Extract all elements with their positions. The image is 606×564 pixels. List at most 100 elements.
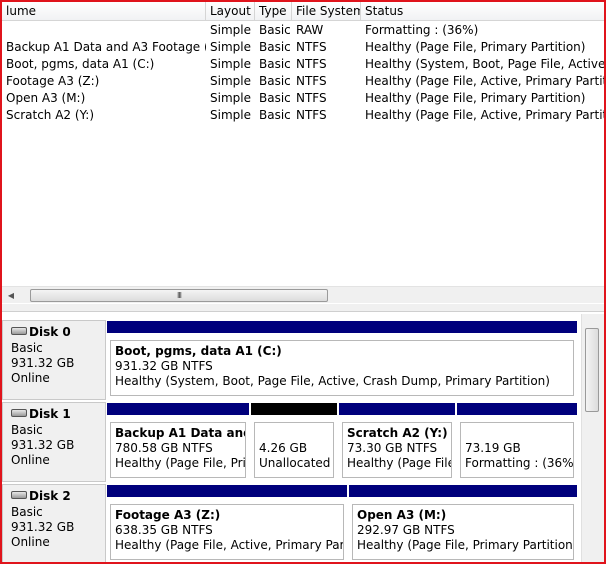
table-row[interactable]: Simple Basic RAW Formatting : (36%) [2, 22, 604, 39]
partition-status: Unallocated [259, 456, 331, 470]
partition-size: 4.26 GB [259, 441, 308, 455]
partition-status: Healthy (System, Boot, Page File, Active… [115, 374, 550, 388]
partition-info: 4.26 GB Unallocated [254, 422, 334, 478]
partition-status: Formatting : (36%) [465, 456, 574, 470]
disk-graphical-view: Disk 0 Basic 931.32 GB Online Boot, pgms, da… [2, 314, 604, 562]
cell-status: Healthy (Page File, Active, Primary Part… [365, 108, 604, 122]
table-row[interactable]: Boot, pgms, data A1 (C:) Simple Basic NTFS H… [2, 56, 604, 73]
disk-row: Disk 1 Basic 931.32 GB Online Backup A1 Data… [2, 402, 580, 482]
partition-size: 780.58 GB NTFS [115, 441, 213, 455]
cell-type: Basic [259, 57, 291, 71]
table-row[interactable]: Backup A1 Data and A3 Footage (N:) Simple… [2, 39, 604, 56]
unallocated-partition[interactable]: 4.26 GB Unallocated [250, 402, 338, 482]
scroll-grip: III [176, 291, 182, 300]
column-header-type[interactable]: Type [255, 2, 292, 21]
cell-status: Healthy (Page File, Primary Partition) [365, 40, 586, 54]
disk-name-text: Disk 2 [29, 489, 71, 503]
partition-block[interactable]: Footage A3 (Z:) 638.35 GB NTFS Healthy (Pa… [106, 484, 348, 562]
disk-name-text: Disk 1 [29, 407, 71, 421]
partition-name [465, 425, 573, 441]
partition-block[interactable]: Backup A1 Data and A3780.58 GB NTFSHealt… [106, 402, 250, 482]
disk-label[interactable]: Disk 0 Basic 931.32 GB Online [2, 320, 106, 400]
partition-info: Scratch A2 (Y:) 73.30 GB NTFS Healthy (Pag… [342, 422, 452, 478]
disk-label[interactable]: Disk 2 Basic 931.32 GB Online [2, 484, 106, 562]
scroll-thumb[interactable]: III [30, 289, 328, 302]
cell-fs: NTFS [296, 40, 327, 54]
partition-color-bar [106, 320, 578, 334]
partition-body: Boot, pgms, data A1 (C:) 931.32 GB NTFS He… [106, 334, 578, 400]
partition-block[interactable]: 73.19 GB Formatting : (36%) [456, 402, 578, 482]
vertical-scrollbar[interactable] [581, 314, 604, 562]
pane-splitter[interactable] [2, 304, 604, 312]
column-header-file-system[interactable]: File System [292, 2, 361, 21]
disk-name-text: Disk 0 [29, 325, 71, 339]
cell-type: Basic [259, 91, 291, 105]
cell-fs: NTFS [296, 108, 327, 122]
cell-volume: Backup A1 Data and A3 Footage (N:) [6, 40, 206, 54]
cell-type: Basic [259, 74, 291, 88]
disk-label[interactable]: Disk 1 Basic 931.32 GB Online [2, 402, 106, 482]
disk-state: Online [11, 535, 50, 549]
partition-size: 73.19 GB [465, 441, 521, 455]
disk-type: Basic [11, 341, 43, 355]
disk-name: Disk 2 [11, 487, 105, 505]
partition-block[interactable]: Boot, pgms, data A1 (C:) 931.32 GB NTFS He… [106, 320, 578, 400]
partition-info: Boot, pgms, data A1 (C:) 931.32 GB NTFS He… [110, 340, 574, 396]
partition-size: 931.32 GB NTFS [115, 359, 213, 373]
cell-layout: Simple [210, 91, 251, 105]
cell-fs: RAW [296, 23, 324, 37]
disk-management-window: lume Layout Type File System Status Simp… [0, 0, 606, 564]
partition-info: Footage A3 (Z:) 638.35 GB NTFS Healthy (Pa… [110, 504, 344, 560]
column-header-status[interactable]: Status [361, 2, 604, 21]
cell-status: Formatting : (36%) [365, 23, 479, 37]
disk-name: Disk 1 [11, 405, 105, 423]
table-row[interactable]: Scratch A2 (Y:) Simple Basic NTFS Healthy (P… [2, 107, 604, 124]
partition-name [259, 425, 333, 441]
column-header-volume[interactable]: lume [2, 2, 206, 21]
partition-block[interactable]: Scratch A2 (Y:) 73.30 GB NTFS Healthy (Pag… [338, 402, 456, 482]
vertical-scroll-thumb[interactable] [585, 328, 599, 412]
cell-volume: Boot, pgms, data A1 (C:) [6, 57, 155, 71]
disk-name: Disk 0 [11, 323, 105, 341]
cell-type: Basic [259, 108, 291, 122]
partition-name: Backup A1 Data and A3 [115, 426, 245, 440]
horizontal-scrollbar[interactable]: ◀ III [2, 286, 604, 303]
partition-status: Healthy (Page File, / [347, 456, 451, 470]
cell-layout: Simple [210, 74, 251, 88]
disk-size: 931.32 GB [11, 356, 75, 370]
disk-state: Online [11, 371, 50, 385]
partition-block[interactable]: Open A3 (M:) 292.97 GB NTFS Healthy (Page … [348, 484, 578, 562]
volume-list: lume Layout Type File System Status Simp… [2, 2, 604, 306]
partition-name: Boot, pgms, data A1 (C:) [115, 344, 282, 358]
table-row[interactable]: Open A3 (M:) Simple Basic NTFS Healthy (Page… [2, 90, 604, 107]
cell-layout: Simple [210, 40, 251, 54]
cell-volume [2, 22, 206, 39]
disk-row: Disk 2 Basic 931.32 GB Online Footage A3 (Z:… [2, 484, 580, 562]
disk-row: Disk 0 Basic 931.32 GB Online Boot, pgms, da… [2, 320, 580, 400]
partition-body: Backup A1 Data and A3780.58 GB NTFSHealt… [106, 416, 250, 482]
partition-color-bar [348, 484, 578, 498]
cell-layout: Simple [210, 23, 251, 37]
cell-type: Basic [259, 40, 291, 54]
cell-status: Healthy (Page File, Active, Primary Part… [365, 74, 604, 88]
partition-status: Healthy (Page File, Primary Partition) [357, 538, 574, 552]
column-header-layout[interactable]: Layout [206, 2, 255, 21]
partition-color-bar [456, 402, 578, 416]
disk-state: Online [11, 453, 50, 467]
partition-body: Scratch A2 (Y:) 73.30 GB NTFS Healthy (Pag… [338, 416, 456, 482]
hard-disk-icon [11, 327, 27, 335]
partition-name: Footage A3 (Z:) [115, 508, 221, 522]
disk-type: Basic [11, 423, 43, 437]
partition-name: Scratch A2 (Y:) [347, 426, 448, 440]
arrow-left-icon[interactable]: ◀ [4, 289, 18, 302]
partition-color-bar [106, 484, 348, 498]
partition-body: Footage A3 (Z:) 638.35 GB NTFS Healthy (Pa… [106, 498, 348, 562]
partition-status: Healthy (Page File, Active, Primary Part… [115, 538, 343, 552]
cell-layout: Simple [210, 57, 251, 71]
table-row[interactable]: Footage A3 (Z:) Simple Basic NTFS Healthy (P… [2, 73, 604, 90]
volume-rows: Simple Basic RAW Formatting : (36%) Backup A… [2, 22, 604, 124]
hard-disk-icon [11, 491, 27, 499]
cell-status: Healthy (Page File, Primary Partition) [365, 91, 586, 105]
partition-color-bar [106, 402, 250, 416]
cell-fs: NTFS [296, 74, 327, 88]
